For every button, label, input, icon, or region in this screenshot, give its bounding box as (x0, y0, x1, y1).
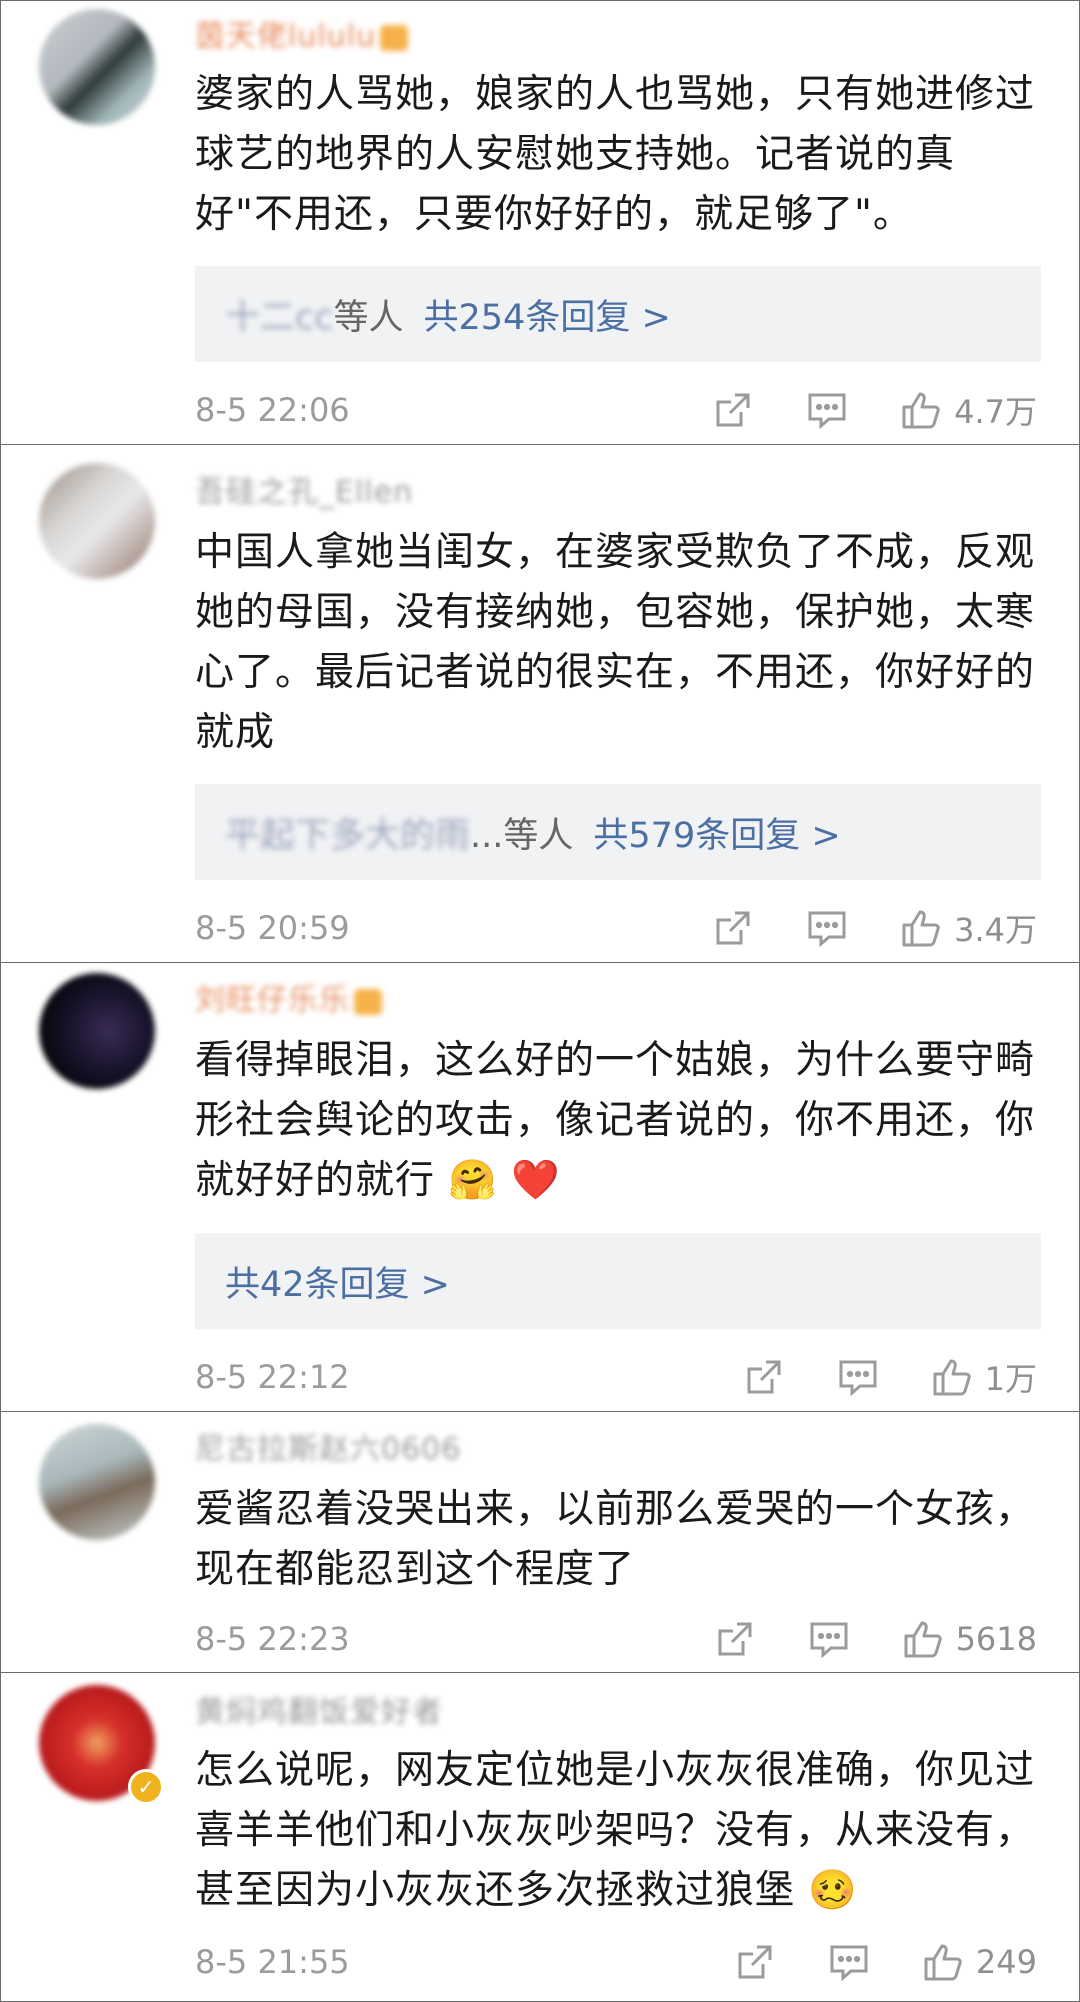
share-icon[interactable] (710, 387, 756, 433)
reply-count-link[interactable]: 共254条回复 > (424, 289, 671, 340)
emoji: 🤗 ❤️ (448, 1158, 561, 1203)
comment-text-body: 怎么说呢，网友定位她是小灰灰很准确，你见过喜羊羊他们和小灰灰吵架吗？没有，从来没… (195, 1748, 1036, 1913)
comment-card: ✓ 黄焖鸡翻饭爱好者 怎么说呢，网友定位她是小灰灰很准确，你见过喜羊羊他们和小灰… (0, 1672, 1080, 2002)
username[interactable]: 刘旺仔乐乐 (195, 975, 382, 1019)
repliers[interactable]: 平起下多大的雨 (225, 807, 470, 858)
timestamp: 8-5 21:55 (195, 1943, 350, 1981)
comment-icon[interactable] (804, 905, 850, 951)
username[interactable]: 尼古拉斯赵六0606 (195, 1424, 461, 1468)
like-count: 249 (975, 1943, 1037, 1981)
avatar[interactable] (39, 463, 155, 579)
share-icon[interactable] (732, 1939, 778, 1985)
username[interactable]: 黄焖鸡翻饭爱好者 (195, 1687, 443, 1731)
emoji: 🥴 (808, 1868, 858, 1913)
comment-text: 爱酱忍着没哭出来，以前那么爱哭的一个女孩，现在都能忍到这个程度了 (195, 1487, 1036, 1592)
repliers-suffix: ...等人 (470, 815, 574, 856)
comment-text: 看得掉眼泪，这么好的一个姑娘，为什么要守畸形社会舆论的攻击，像记者说的，你不用还… (195, 1031, 1045, 1211)
username[interactable]: 茵天佬lululu (195, 11, 409, 55)
comment-card: 吾硅之孔_Ellen 中国人拿她当闺女，在婆家受欺负了不成，反观她的母国，没有接… (0, 444, 1080, 963)
repliers-suffix: 等人 (333, 297, 404, 338)
replies-box[interactable]: 平起下多大的雨 ...等人 共579条回复 > (195, 784, 1041, 880)
comment-icon[interactable] (804, 387, 850, 433)
reply-count-link[interactable]: 共42条回复 > (225, 1256, 450, 1307)
comment-card: 尼古拉斯赵六0606 爱酱忍着没哭出来，以前那么爱哭的一个女孩，现在都能忍到这个… (0, 1411, 1080, 1673)
timestamp: 8-5 22:23 (195, 1620, 350, 1658)
timestamp: 8-5 22:12 (195, 1358, 350, 1396)
like-icon[interactable] (920, 1939, 966, 1985)
avatar[interactable] (39, 9, 155, 125)
comment-footer: 8-5 21:55 249 (195, 1939, 1037, 1985)
timestamp: 8-5 20:59 (195, 909, 350, 947)
share-icon[interactable] (710, 905, 756, 951)
comment-icon[interactable] (806, 1616, 852, 1662)
verified-badge-icon: ✓ (128, 1769, 164, 1805)
comment-text: 婆家的人骂她，娘家的人也骂她，只有她进修过球艺的地界的人安慰她支持她。记者说的真… (195, 72, 1036, 237)
vip-badge-icon (380, 24, 409, 51)
comment-text-body: 看得掉眼泪，这么好的一个姑娘，为什么要守畸形社会舆论的攻击，像记者说的，你不用还… (195, 1038, 1036, 1203)
share-icon[interactable] (712, 1616, 758, 1662)
like-icon[interactable] (900, 1616, 946, 1662)
like-icon[interactable] (929, 1354, 975, 1400)
like-count: 3.4万 (954, 911, 1037, 949)
like-count: 4.7万 (954, 393, 1037, 431)
username[interactable]: 吾硅之孔_Ellen (195, 467, 413, 511)
share-icon[interactable] (741, 1354, 787, 1400)
like-count: 1万 (984, 1360, 1037, 1398)
comment-icon[interactable] (835, 1354, 881, 1400)
comment-text: 中国人拿她当闺女，在婆家受欺负了不成，反观她的母国，没有接纳她，包容她，保护她，… (195, 530, 1036, 755)
comment-icon[interactable] (826, 1939, 872, 1985)
like-icon[interactable] (898, 387, 944, 433)
avatar[interactable] (39, 973, 155, 1089)
like-icon[interactable] (898, 905, 944, 951)
timestamp: 8-5 22:06 (195, 391, 350, 429)
repliers[interactable]: 十二cc (225, 289, 334, 340)
like-count: 5618 (955, 1620, 1037, 1658)
replies-box[interactable]: 共42条回复 > (195, 1233, 1041, 1329)
replies-box[interactable]: 十二cc 等人 共254条回复 > (195, 266, 1041, 362)
comment-footer: 8-5 20:59 3.4万 (195, 905, 1037, 951)
comment-footer: 8-5 22:12 1万 (195, 1354, 1037, 1400)
reply-count-link[interactable]: 共579条回复 > (593, 807, 840, 858)
comment-card: 刘旺仔乐乐 看得掉眼泪，这么好的一个姑娘，为什么要守畸形社会舆论的攻击，像记者说… (0, 962, 1080, 1412)
comment-text: 怎么说呢，网友定位她是小灰灰很准确，你见过喜羊羊他们和小灰灰吵架吗？没有，从来没… (195, 1741, 1045, 1921)
vip-badge-icon (354, 988, 382, 1015)
comment-footer: 8-5 22:06 4.7万 (195, 387, 1037, 433)
comment-footer: 8-5 22:23 5618 (195, 1616, 1037, 1662)
comment-card: 茵天佬lululu 婆家的人骂她，娘家的人也骂她，只有她进修过球艺的地界的人安慰… (0, 0, 1080, 445)
avatar[interactable] (39, 1424, 155, 1540)
